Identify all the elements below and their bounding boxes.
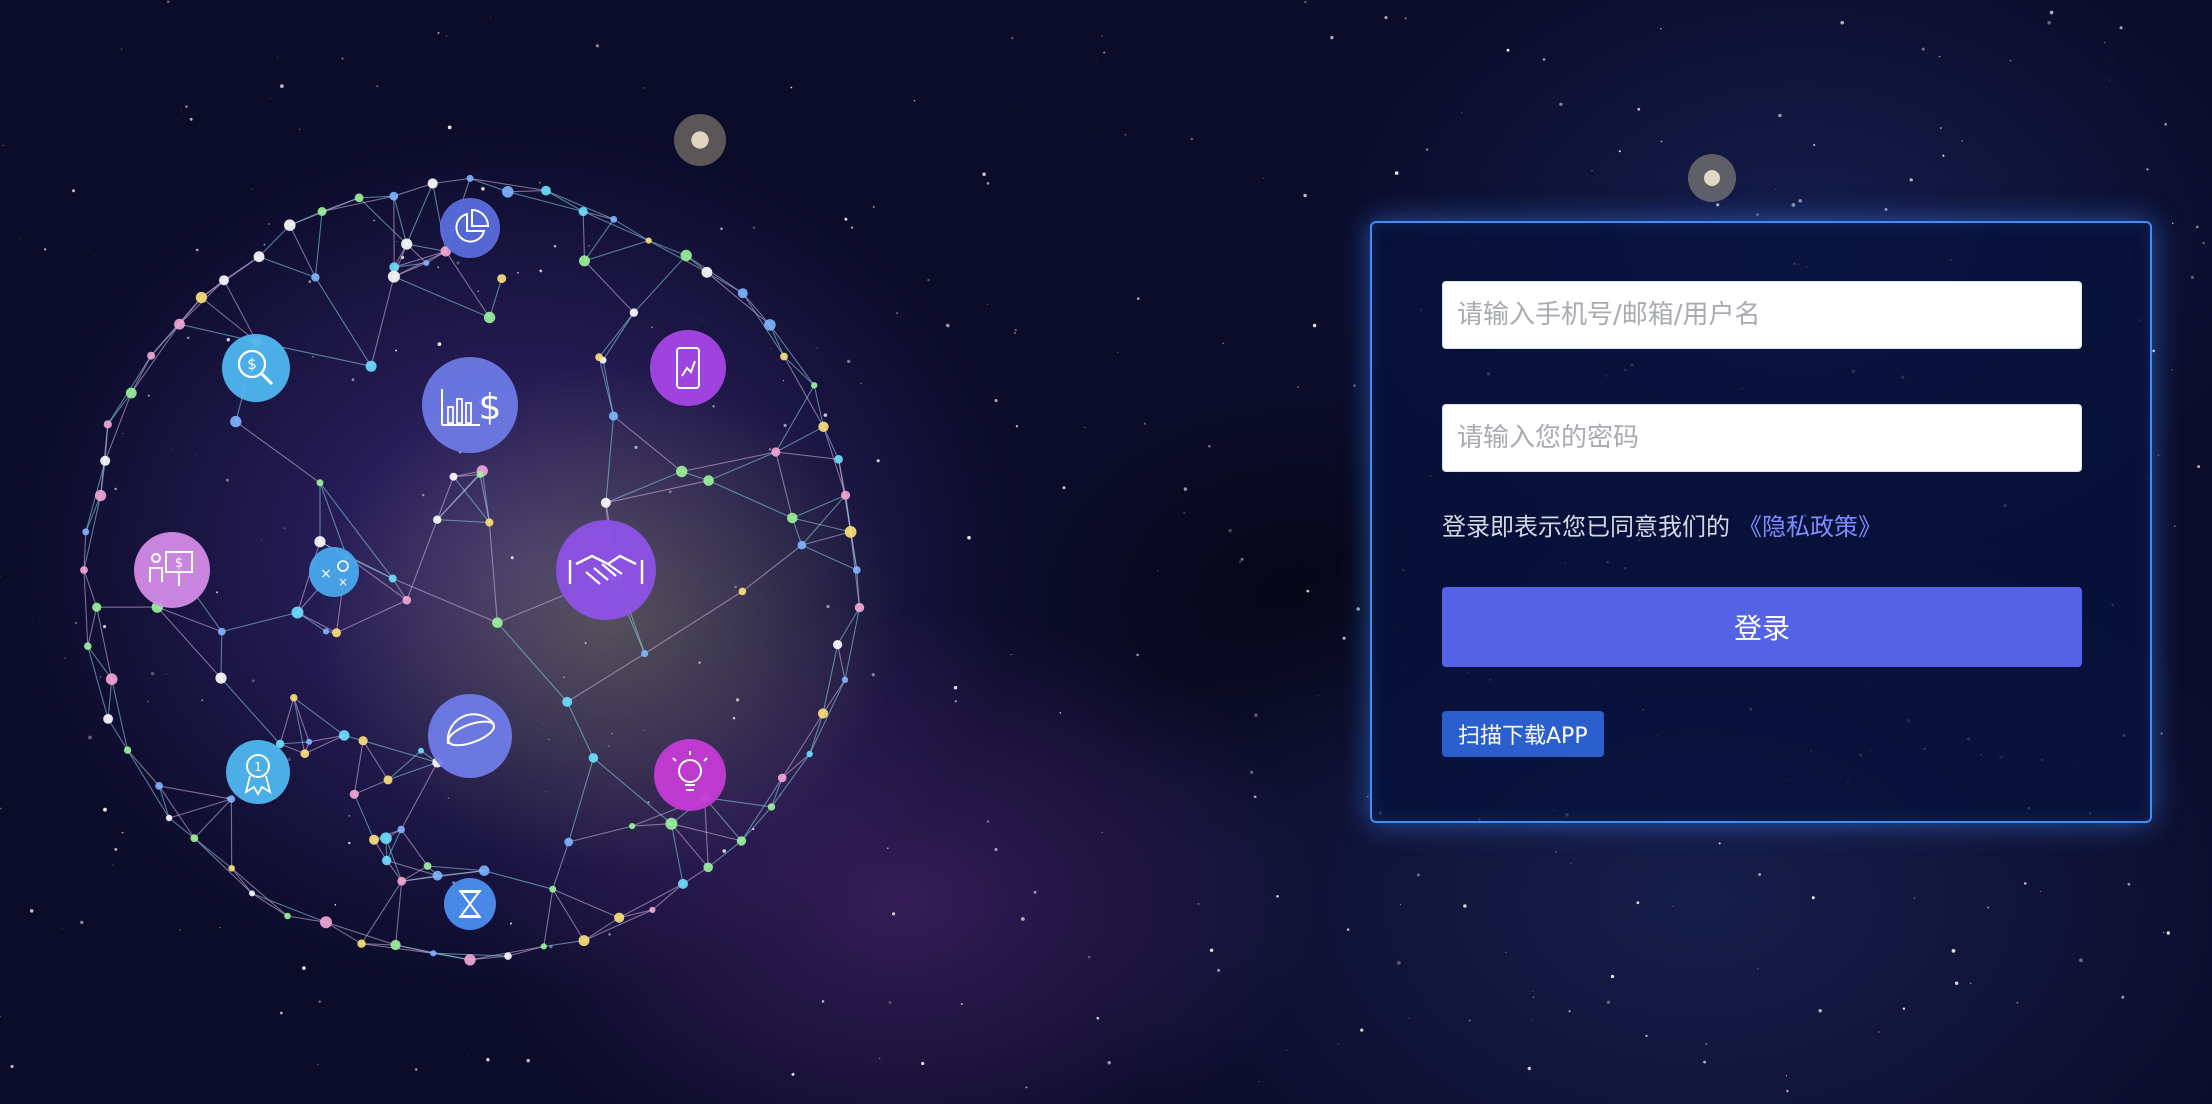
svg-text:1: 1 — [254, 760, 262, 774]
award-medal-icon: 1 — [226, 740, 290, 804]
account-input[interactable] — [1442, 281, 2082, 349]
network-globe-illustration: $ $ $ × × 1 — [80, 174, 865, 966]
bar-chart-dollar-icon: $ — [422, 357, 518, 453]
download-app-button[interactable]: 扫描下载APP — [1442, 711, 1604, 757]
pie-chart-icon — [440, 198, 500, 258]
svg-text:$: $ — [247, 355, 257, 373]
privacy-policy-link[interactable]: 《隐私政策》 — [1738, 513, 1882, 541]
svg-text:×: × — [338, 575, 348, 589]
svg-text:×: × — [320, 566, 332, 582]
login-button[interactable]: 登录 — [1442, 587, 2082, 667]
svg-text:$: $ — [175, 556, 183, 571]
lightbulb-icon — [654, 739, 726, 811]
svg-text:$: $ — [479, 387, 502, 428]
rocket-icon — [428, 694, 512, 778]
agreement-text: 登录即表示您已同意我们的 — [1442, 513, 1730, 541]
hourglass-icon — [444, 878, 496, 930]
mobile-chart-icon — [650, 330, 726, 406]
presentation-icon: $ — [134, 532, 210, 608]
strategy-icon: × × — [309, 547, 359, 597]
handshake-icon — [556, 520, 656, 620]
agreement-notice: 登录即表示您已同意我们的 《隐私政策》 — [1442, 507, 1882, 542]
dollar-search-icon: $ — [222, 334, 290, 402]
password-input[interactable] — [1442, 404, 2082, 472]
login-panel: 登录即表示您已同意我们的《隐私政策》 登录 扫描下载APP — [1370, 221, 2152, 823]
